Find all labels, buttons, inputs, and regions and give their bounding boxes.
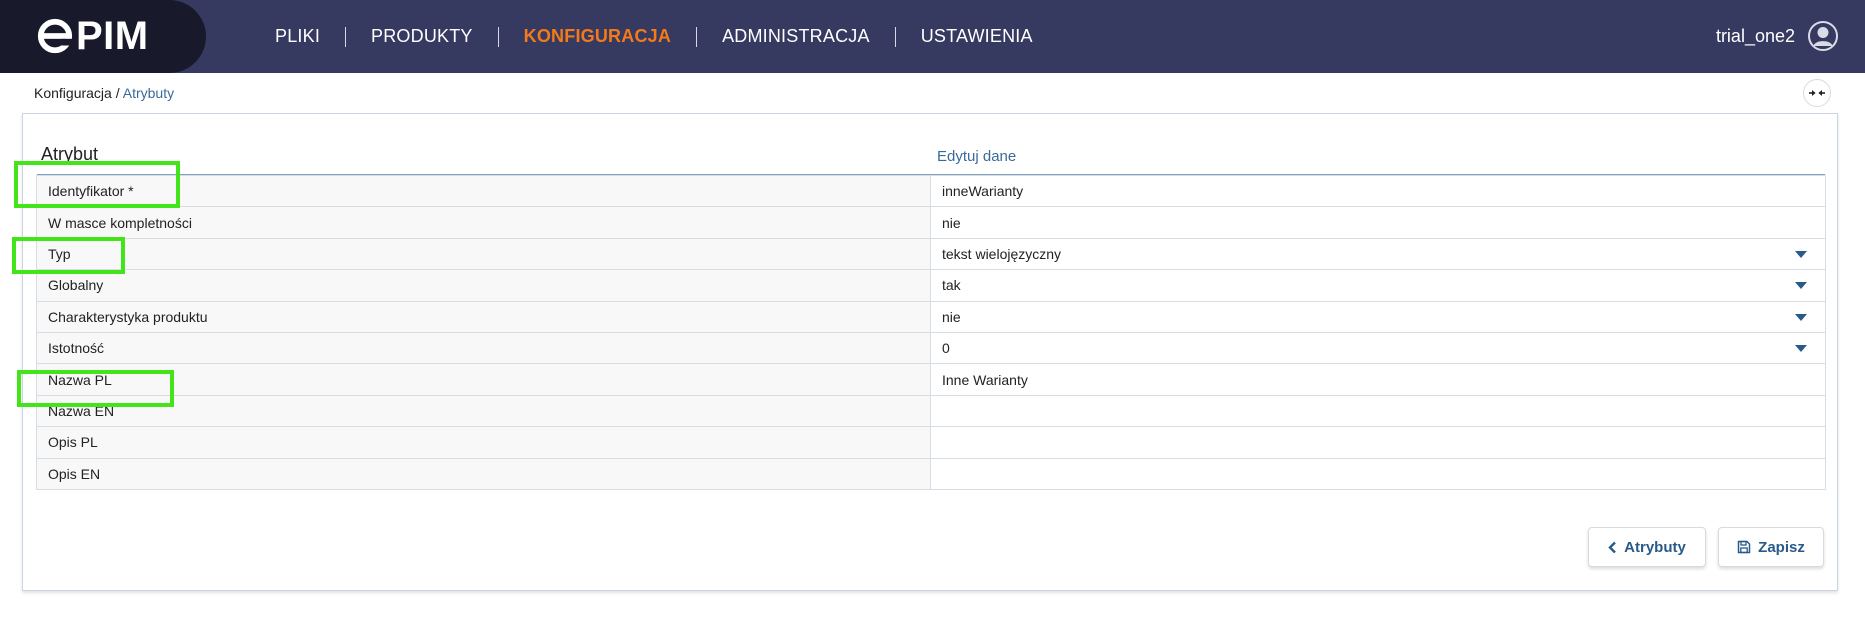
breadcrumb-current[interactable]: Atrybuty [123,85,174,101]
table-row: Identyfikator * inneWarianty [36,174,1826,208]
completeness-mask-field[interactable]: nie [930,206,1826,239]
row-label: Globalny [36,269,931,302]
collapse-panel-button[interactable] [1803,79,1831,107]
row-label: Typ [36,237,931,271]
row-value: nie [942,214,961,231]
nav-item-produkty[interactable]: PRODUKTY [346,26,498,47]
type-select[interactable]: tekst wielojęzyczny [930,237,1826,271]
name-pl-field[interactable]: Inne Warianty [930,363,1826,396]
chevron-down-icon[interactable] [1795,250,1807,258]
row-label: Opis PL [36,426,931,459]
row-value: 0 [942,340,950,357]
save-button-label: Zapisz [1758,538,1805,556]
back-to-attributes-button[interactable]: Atrybuty [1588,527,1706,567]
table-row: W masce kompletności nie [36,206,1826,239]
collapse-arrows-icon [1809,90,1825,96]
table-row: Opis EN [36,457,1826,490]
chevron-left-icon [1608,541,1617,553]
identifier-field[interactable]: inneWarianty [930,174,1826,208]
row-value: tekst wielojęzyczny [942,245,1062,262]
nav-item-administracja[interactable]: ADMINISTRACJA [697,26,895,47]
row-label: Charakterystyka produktu [36,300,931,333]
importance-select[interactable]: 0 [930,331,1826,365]
row-value: nie [942,308,961,325]
nav-item-ustawienia[interactable]: USTAWIENIA [896,26,1058,47]
row-value: inneWarianty [942,183,1024,200]
e-logo-icon [37,18,74,54]
attribute-panel: Atrybut Edytuj dane Identyfikator * inne… [22,113,1838,591]
table-row: Nazwa PL Inne Warianty [36,363,1826,396]
chevron-down-icon[interactable] [1795,345,1807,353]
description-en-field[interactable] [930,457,1826,490]
user-menu[interactable]: trial_one2 [1716,19,1839,53]
main-nav: PLIKI PRODUKTY KONFIGURACJA ADMINISTRACJ… [250,0,1058,73]
breadcrumb-root[interactable]: Konfiguracja [34,85,112,101]
name-en-field[interactable] [930,394,1826,428]
table-row: Typ tekst wielojęzyczny [36,237,1826,271]
row-value: tak [942,277,961,294]
row-value: Inne Warianty [942,371,1028,388]
highlight-box-identifier [14,161,180,208]
breadcrumb-separator: / [111,85,123,101]
table-row: Opis PL [36,426,1826,459]
table-row: Istotność 0 [36,331,1826,365]
username: trial_one2 [1715,25,1795,46]
top-navigation-bar: PIM PLIKI PRODUKTY KONFIGURACJA ADMINIST… [0,0,1865,73]
chevron-down-icon[interactable] [1795,282,1807,290]
table-row: Charakterystyka produktu nie [36,300,1826,333]
table-row: Globalny tak [36,269,1826,302]
user-avatar-icon[interactable] [1807,20,1839,52]
highlight-box-type [12,237,125,274]
row-label: W masce kompletności [36,206,931,239]
global-select[interactable]: tak [930,269,1826,302]
nav-item-konfiguracja[interactable]: KONFIGURACJA [499,26,696,47]
row-label: Opis EN [36,457,931,490]
edit-data-link[interactable]: Edytuj dane [937,148,1016,165]
highlight-box-name-pl [17,370,174,407]
breadcrumb: Konfiguracja / Atrybuty [34,85,174,101]
nav-item-pliki[interactable]: PLIKI [250,26,345,47]
row-label: Istotność [36,331,931,365]
attribute-table: Identyfikator * inneWarianty W masce kom… [36,174,1826,490]
product-characteristic-select[interactable]: nie [930,300,1826,333]
chevron-down-icon[interactable] [1795,313,1807,321]
save-button[interactable]: Zapisz [1718,527,1824,567]
description-pl-field[interactable] [930,426,1826,459]
epim-logo[interactable]: PIM [36,14,149,58]
logo-area: PIM [0,0,206,73]
table-row: Nazwa EN [36,394,1826,428]
floppy-disk-icon [1737,540,1751,554]
back-button-label: Atrybuty [1624,538,1686,556]
logo-text: PIM [76,13,149,58]
